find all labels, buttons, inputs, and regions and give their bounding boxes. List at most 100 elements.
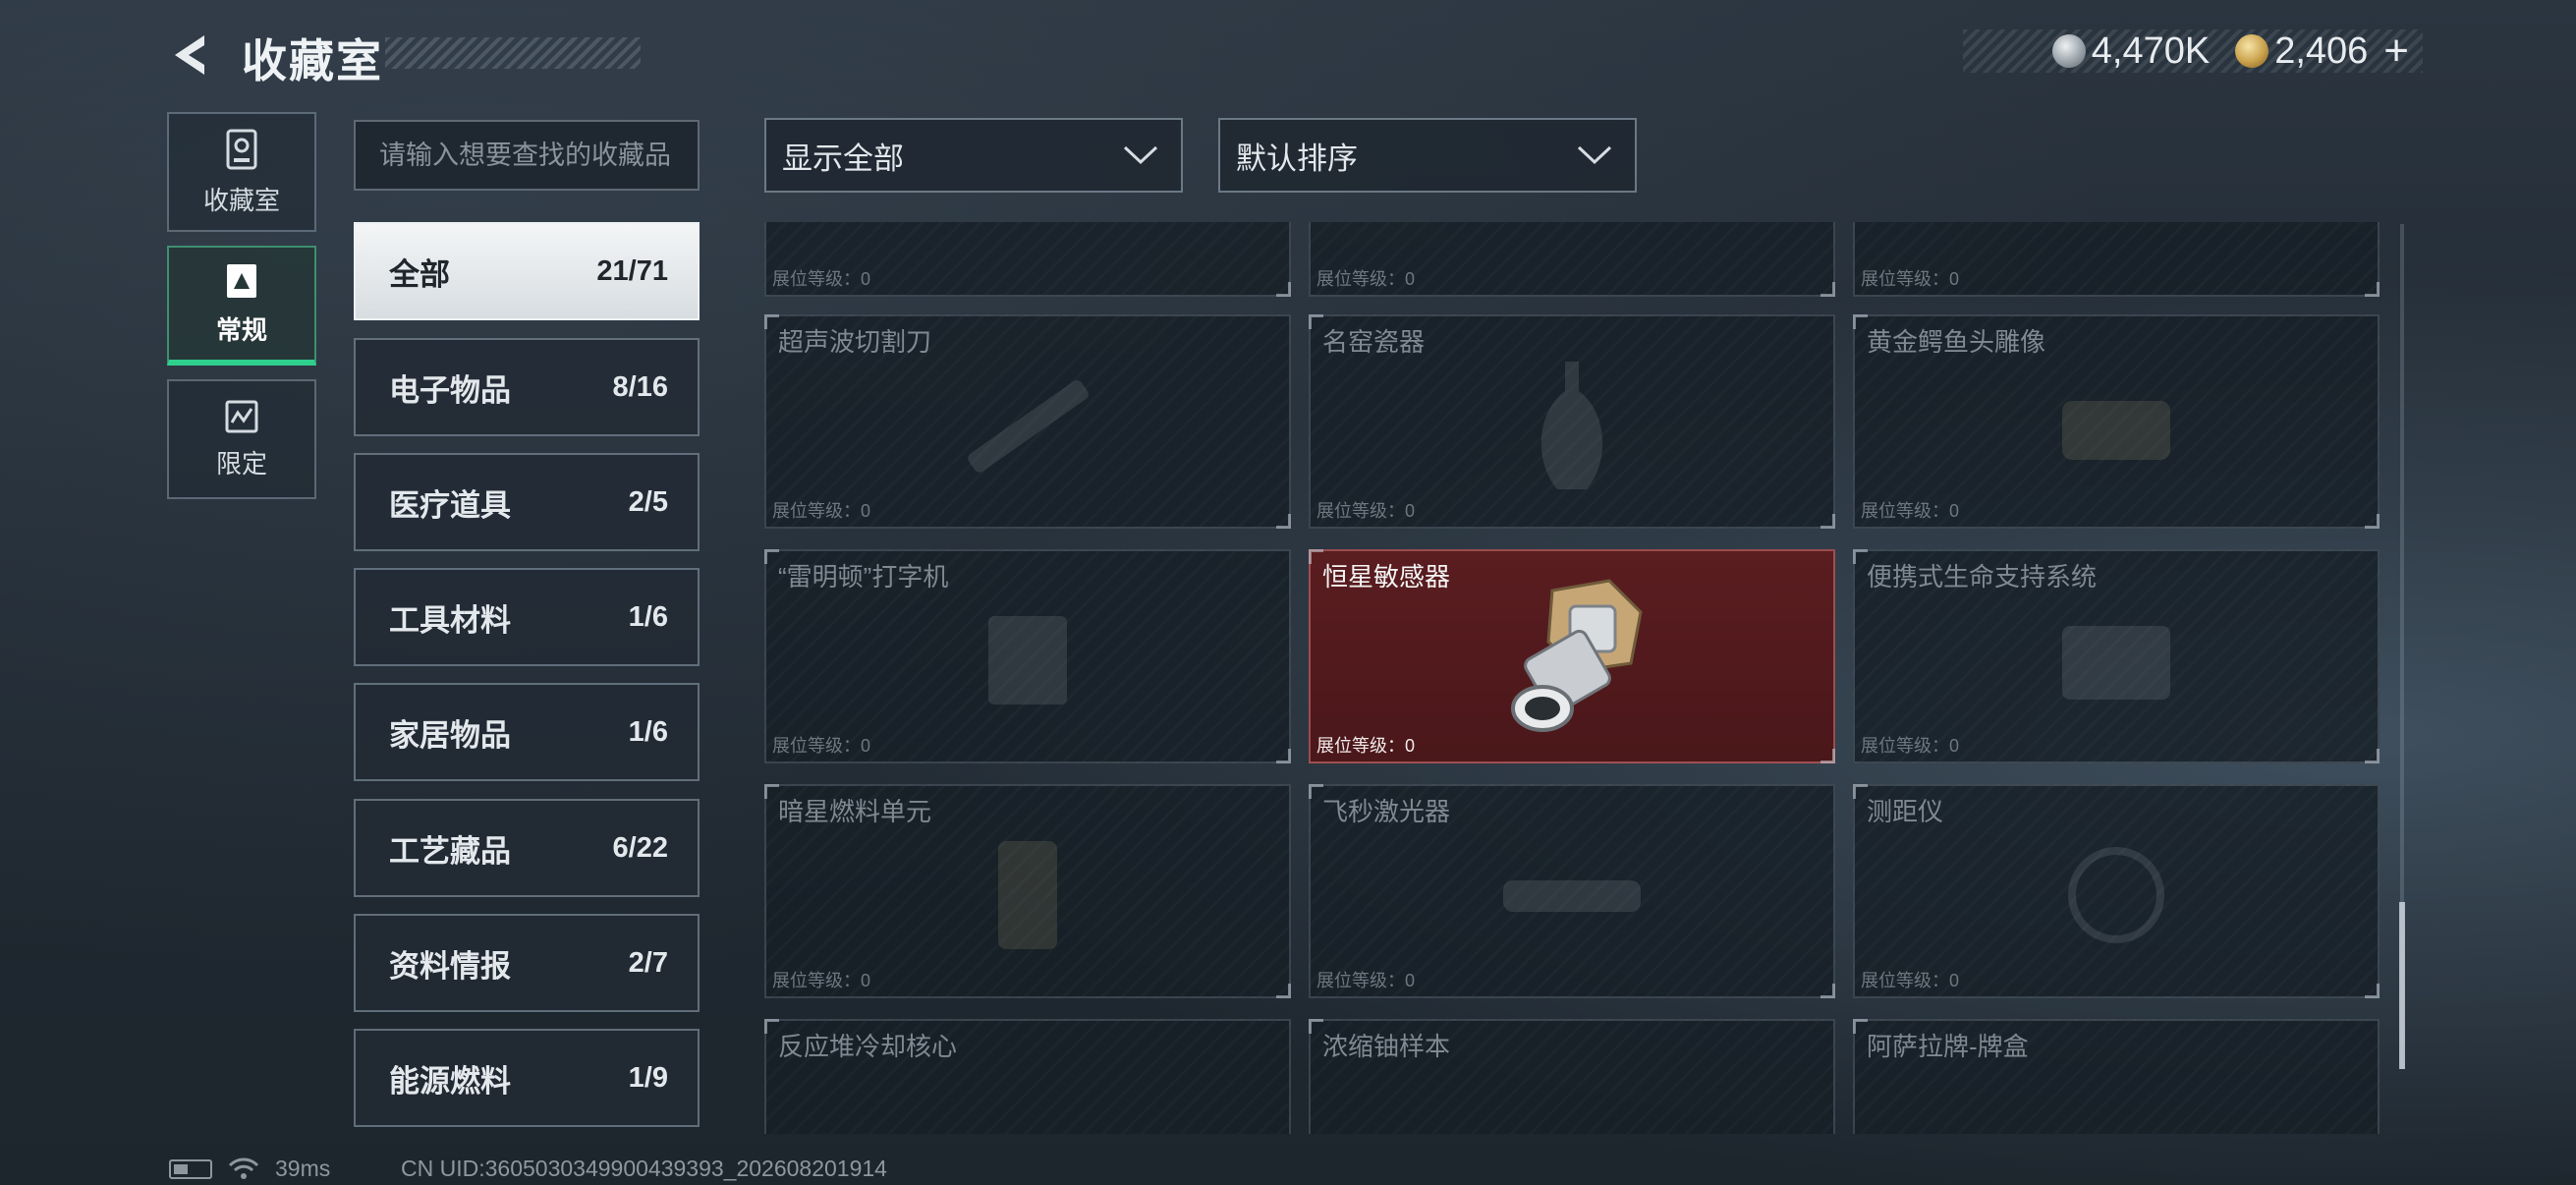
category-intel[interactable]: 资料情报 2/7 xyxy=(354,914,700,1012)
collection-grid: 展位等级：0 展位等级：0 展位等级：0 超声波切割刀 展位等级：0 名窑瓷器 … xyxy=(764,222,2381,1134)
category-label: 家居物品 xyxy=(389,717,511,753)
collection-item-card[interactable]: 阿萨拉牌-牌盒 xyxy=(1853,1019,2380,1134)
category-label: 工艺藏品 xyxy=(389,833,511,869)
collection-item-card[interactable]: 反应堆冷却核心 xyxy=(764,1019,1291,1134)
category-tools[interactable]: 工具材料 1/6 xyxy=(354,568,700,666)
category-count: 1/9 xyxy=(628,1061,668,1094)
trophy-icon xyxy=(226,129,257,169)
category-medical[interactable]: 医疗道具 2/5 xyxy=(354,453,700,551)
nav-tab-regular[interactable]: 常规 xyxy=(167,246,316,366)
collection-item-card[interactable]: 展位等级：0 xyxy=(1853,222,2380,297)
collection-item-card[interactable]: 暗星燃料单元 展位等级：0 xyxy=(764,784,1291,998)
item-name: 反应堆冷却核心 xyxy=(778,1032,958,1061)
category-electronics[interactable]: 电子物品 8/16 xyxy=(354,338,700,436)
typewriter-icon xyxy=(988,616,1067,705)
porcelain-vase-icon xyxy=(1540,362,1603,490)
uid-text: CN UID:3605030349900439393_202608201914 xyxy=(401,1156,887,1181)
scrollbar-thumb[interactable] xyxy=(2399,902,2405,1069)
nav-tab-label: 限定 xyxy=(215,448,267,479)
item-name: 超声波切割刀 xyxy=(778,327,932,357)
category-label: 电子物品 xyxy=(389,372,511,408)
category-crafts[interactable]: 工艺藏品 6/22 xyxy=(354,799,700,897)
filter-dropdown-value: 显示全部 xyxy=(782,141,904,176)
collection-item-card-unlocked[interactable]: 恒星敏感器 展位等级：0 xyxy=(1309,549,1835,763)
item-level: 展位等级：0 xyxy=(1316,501,1416,521)
document-icon xyxy=(227,263,256,298)
golden-crocodile-statue-icon xyxy=(2062,401,2170,461)
category-label: 能源燃料 xyxy=(389,1063,511,1099)
item-name: “雷明顿”打字机 xyxy=(778,562,949,592)
gold-currency-value: 2,406 xyxy=(2274,29,2369,72)
collection-item-card[interactable]: 名窑瓷器 展位等级：0 xyxy=(1309,314,1835,529)
item-name: 名窑瓷器 xyxy=(1322,327,1426,357)
fuel-cell-icon xyxy=(998,841,1057,950)
item-name: 阿萨拉牌-牌盒 xyxy=(1867,1032,2029,1061)
category-count: 8/16 xyxy=(612,370,668,403)
ultrasonic-cutter-icon xyxy=(968,380,1089,473)
item-name: 浓缩铀样本 xyxy=(1322,1032,1451,1061)
add-currency-button[interactable]: + xyxy=(2383,29,2409,73)
uranium-sample-icon xyxy=(1556,1133,1588,1134)
ping-text: 39ms xyxy=(275,1156,331,1181)
status-footer: 39ms CN UID:3605030349900439393_20260820… xyxy=(169,1156,887,1182)
item-name: 飞秒激光器 xyxy=(1322,797,1451,826)
silver-coin-icon xyxy=(2051,34,2086,68)
gold-coin-icon xyxy=(2235,34,2269,68)
silver-currency: 4,470K xyxy=(2051,29,2211,73)
collection-item-card[interactable]: 展位等级：0 xyxy=(764,222,1291,297)
wifi-icon xyxy=(228,1157,259,1179)
collection-item-card[interactable]: 测距仪 展位等级：0 xyxy=(1853,784,2380,998)
nav-tab-limited[interactable]: 限定 xyxy=(167,379,316,499)
collection-item-card[interactable]: 飞秒激光器 展位等级：0 xyxy=(1309,784,1835,998)
title-decoration xyxy=(385,37,641,69)
currency-bar: 4,470K 2,406 + xyxy=(1963,29,2423,73)
limited-icon xyxy=(225,400,258,432)
category-fuel[interactable]: 能源燃料 1/9 xyxy=(354,1029,700,1127)
card-box-icon xyxy=(2072,1124,2160,1134)
item-level: 展位等级：0 xyxy=(772,736,871,756)
sort-dropdown[interactable]: 默认排序 xyxy=(1218,118,1637,193)
category-count: 2/7 xyxy=(628,946,668,979)
category-count: 21/71 xyxy=(596,254,668,287)
chevron-down-icon xyxy=(1577,145,1612,165)
category-count: 6/22 xyxy=(612,831,668,864)
item-name: 测距仪 xyxy=(1867,797,1944,826)
category-label: 工具材料 xyxy=(389,602,511,638)
collection-item-card[interactable]: 展位等级：0 xyxy=(1309,222,1835,297)
collection-item-card[interactable]: 浓缩铀样本 xyxy=(1309,1019,1835,1134)
category-count: 1/6 xyxy=(628,715,668,748)
collection-item-card[interactable]: 超声波切割刀 展位等级：0 xyxy=(764,314,1291,529)
item-name: 暗星燃料单元 xyxy=(778,797,932,826)
item-level: 展位等级：0 xyxy=(772,269,871,289)
item-name: 便携式生命支持系统 xyxy=(1867,562,2098,592)
filter-dropdown[interactable]: 显示全部 xyxy=(764,118,1183,193)
collection-item-card[interactable]: 便携式生命支持系统 展位等级：0 xyxy=(1853,549,2380,763)
item-level: 展位等级：0 xyxy=(1861,501,1960,521)
gold-currency: 2,406 xyxy=(2235,30,2368,73)
collection-item-card[interactable]: 黄金鳄鱼头雕像 展位等级：0 xyxy=(1853,314,2380,529)
silver-currency-value: 4,470K xyxy=(2091,29,2211,72)
collection-item-card[interactable]: “雷明顿”打字机 展位等级：0 xyxy=(764,549,1291,763)
item-level: 展位等级：0 xyxy=(1861,736,1960,756)
item-level: 展位等级：0 xyxy=(772,971,871,990)
reactor-core-icon xyxy=(1024,1133,1032,1134)
nav-tab-collection[interactable]: 收藏室 xyxy=(167,112,316,232)
life-support-icon xyxy=(2062,626,2170,701)
item-name: 恒星敏感器 xyxy=(1322,562,1451,592)
category-label: 资料情报 xyxy=(389,948,511,984)
sort-dropdown-value: 默认排序 xyxy=(1236,141,1358,176)
category-household[interactable]: 家居物品 1/6 xyxy=(354,683,700,781)
item-level: 展位等级：0 xyxy=(772,501,871,521)
rangefinder-icon xyxy=(2068,847,2164,944)
category-label: 医疗道具 xyxy=(389,487,511,523)
star-sensor-icon xyxy=(1511,579,1643,732)
category-count: 1/6 xyxy=(628,600,668,633)
nav-tab-label: 收藏室 xyxy=(202,185,280,215)
item-level: 展位等级：0 xyxy=(1861,971,1960,990)
back-arrow-icon xyxy=(175,35,204,75)
chevron-down-icon xyxy=(1123,145,1158,165)
category-all[interactable]: 全部 21/71 xyxy=(354,222,700,320)
item-level: 展位等级：0 xyxy=(1861,269,1960,289)
back-button[interactable] xyxy=(165,29,216,81)
search-input[interactable] xyxy=(354,120,700,191)
